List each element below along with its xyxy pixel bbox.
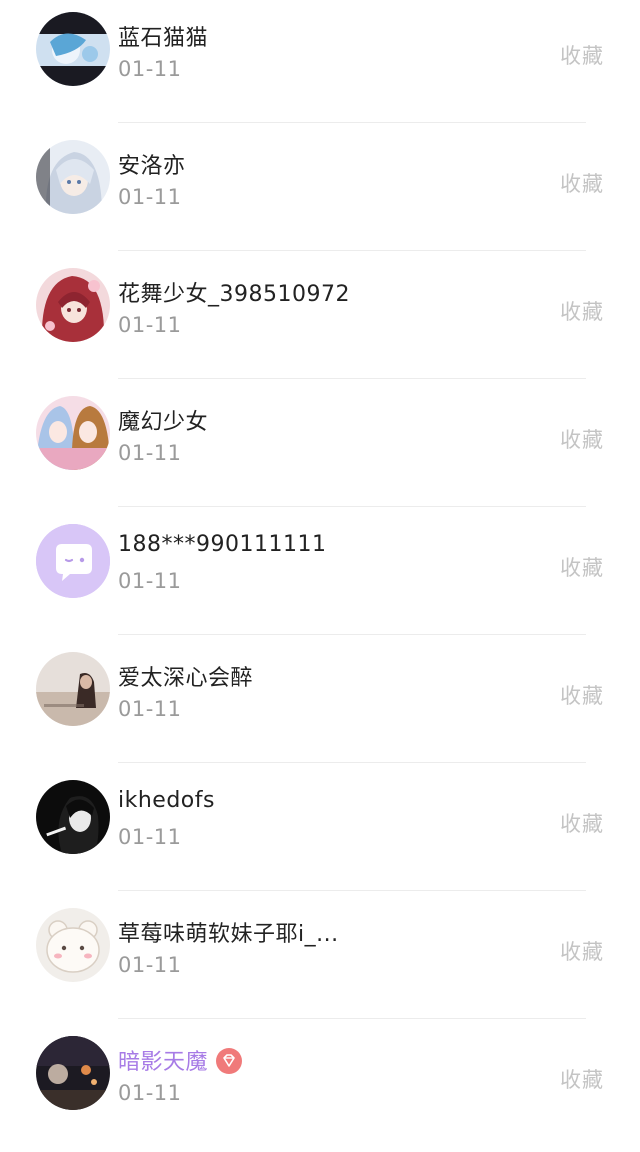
favorite-button[interactable]: 收藏 <box>560 552 604 582</box>
list-item[interactable]: 魔幻少女 01-11 收藏 <box>0 384 640 512</box>
user-list: 蓝石猫猫 01-11 收藏 安洛亦 01-11 收藏 花舞少女_39851097… <box>0 0 640 1113</box>
avatar[interactable] <box>36 12 110 86</box>
favorite-button[interactable]: 收藏 <box>560 168 604 198</box>
user-name: 爱太深心会醉 <box>118 666 254 691</box>
list-item[interactable]: 暗影天魔 01-11 收藏 <box>0 1024 640 1152</box>
list-item[interactable]: 花舞少女_398510972 01-11 收藏 <box>0 256 640 384</box>
avatar[interactable] <box>36 140 110 214</box>
divider <box>118 634 586 635</box>
date-label: 01-11 <box>118 825 182 849</box>
avatar[interactable] <box>36 396 110 470</box>
user-name: ikhedofs <box>118 788 215 813</box>
chat-bubble-icon <box>36 524 110 598</box>
vip-diamond-icon <box>216 1048 243 1074</box>
list-item[interactable]: ikhedofs 01-11 收藏 <box>0 768 640 896</box>
date-label: 01-11 <box>118 697 182 721</box>
favorite-button[interactable]: 收藏 <box>560 296 604 326</box>
user-name: 暗影天魔 <box>118 1044 243 1076</box>
favorite-button[interactable]: 收藏 <box>560 424 604 454</box>
user-name: 188***990111111 <box>118 532 327 557</box>
date-label: 01-11 <box>118 569 182 593</box>
divider <box>118 378 586 379</box>
date-label: 01-11 <box>118 57 182 81</box>
avatar[interactable] <box>36 652 110 726</box>
user-name: 花舞少女_398510972 <box>118 282 350 307</box>
date-label: 01-11 <box>118 313 182 337</box>
list-item[interactable]: 爱太深心会醉 01-11 收藏 <box>0 640 640 768</box>
divider <box>118 890 586 891</box>
default-avatar[interactable] <box>36 524 110 598</box>
list-item[interactable]: 草莓味萌软妹子耶i_... 01-11 收藏 <box>0 896 640 1024</box>
divider <box>118 762 586 763</box>
avatar[interactable] <box>36 1036 110 1110</box>
favorite-button[interactable]: 收藏 <box>560 680 604 710</box>
date-label: 01-11 <box>118 953 182 977</box>
favorite-button[interactable]: 收藏 <box>560 40 604 70</box>
avatar[interactable] <box>36 780 110 854</box>
divider <box>118 250 586 251</box>
date-label: 01-11 <box>118 185 182 209</box>
avatar[interactable] <box>36 268 110 342</box>
user-name: 安洛亦 <box>118 154 186 179</box>
user-name: 草莓味萌软妹子耶i_... <box>118 922 339 947</box>
user-name-text: 暗影天魔 <box>118 1050 209 1075</box>
list-item[interactable]: 188***990111111 01-11 收藏 <box>0 512 640 640</box>
divider <box>118 506 586 507</box>
divider <box>118 1018 586 1019</box>
avatar[interactable] <box>36 908 110 982</box>
user-name: 魔幻少女 <box>118 410 209 435</box>
date-label: 01-11 <box>118 441 182 465</box>
favorite-button[interactable]: 收藏 <box>560 808 604 838</box>
favorite-button[interactable]: 收藏 <box>560 936 604 966</box>
favorite-button[interactable]: 收藏 <box>560 1064 604 1094</box>
divider <box>118 122 586 123</box>
list-item[interactable]: 安洛亦 01-11 收藏 <box>0 128 640 256</box>
user-name: 蓝石猫猫 <box>118 26 209 51</box>
list-item[interactable]: 蓝石猫猫 01-11 收藏 <box>0 0 640 128</box>
date-label: 01-11 <box>118 1081 182 1105</box>
